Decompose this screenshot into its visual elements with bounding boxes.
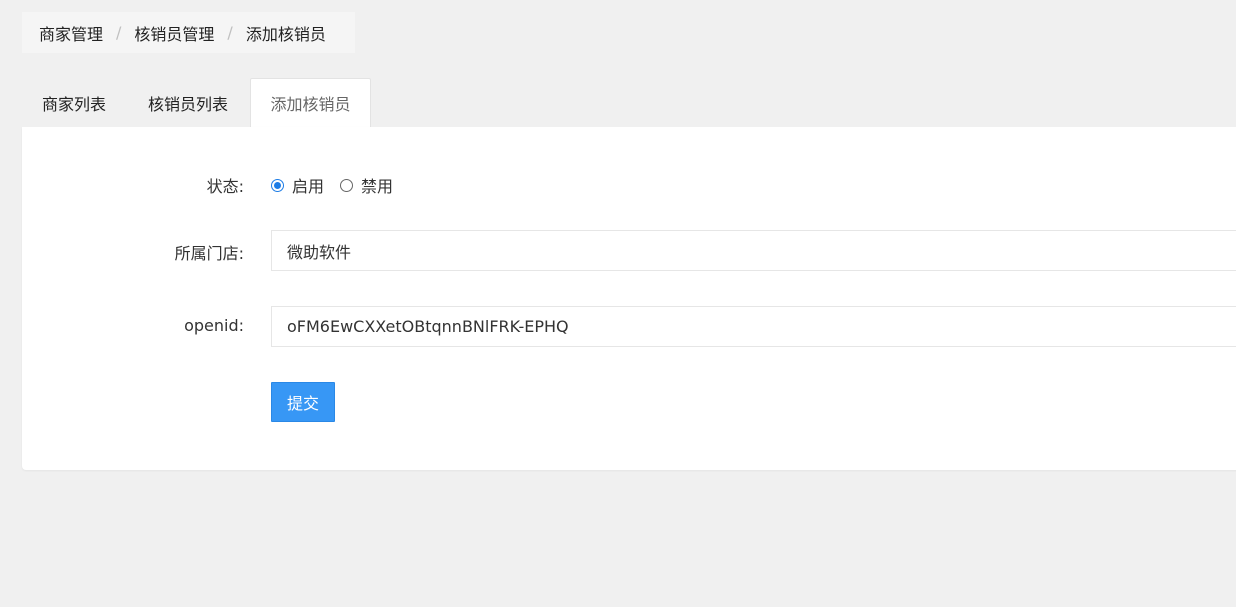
- store-label: 所属门店:: [174, 244, 244, 263]
- tab-verifier-list[interactable]: 核销员列表: [126, 79, 250, 127]
- tab-label: 添加核销员: [270, 95, 351, 114]
- breadcrumb-separator: /: [227, 23, 233, 42]
- radio-checked-icon: [271, 178, 284, 192]
- radio-unchecked-icon: [340, 178, 354, 192]
- tab-merchant-list[interactable]: 商家列表: [22, 79, 126, 127]
- tab-label: 核销员列表: [147, 95, 228, 114]
- tab-add-verifier[interactable]: 添加核销员: [250, 78, 371, 127]
- tab-label: 商家列表: [41, 95, 106, 114]
- breadcrumb-item-add-verifier: 添加核销员: [245, 24, 326, 44]
- breadcrumb-separator: /: [116, 23, 122, 42]
- status-enable-radio[interactable]: 启用: [271, 173, 324, 197]
- breadcrumb-item-merchant-management[interactable]: 商家管理: [39, 21, 103, 45]
- status-enable-label: 启用: [292, 177, 325, 196]
- form-card: 状态: 启用 禁用 所属门店: 微助软件 openid: oFM6EwCXXet…: [22, 127, 1236, 470]
- tab-bar: 商家列表 核销员列表 添加核销员: [22, 78, 371, 127]
- breadcrumb-item-verifier-management[interactable]: 核销员管理: [134, 21, 214, 45]
- breadcrumb: 商家管理 / 核销员管理 / 添加核销员: [22, 12, 355, 53]
- submit-button[interactable]: 提交: [271, 382, 335, 422]
- status-disable-label: 禁用: [361, 177, 394, 196]
- openid-input[interactable]: oFM6EwCXXetOBtqnnBNlFRK-EPHQ: [271, 306, 1236, 347]
- status-disable-radio[interactable]: 禁用: [340, 173, 393, 197]
- status-radio-group: 启用 禁用: [271, 173, 409, 197]
- store-input[interactable]: 微助软件: [271, 230, 1236, 271]
- openid-label: openid:: [184, 316, 244, 335]
- status-label: 状态:: [206, 177, 244, 196]
